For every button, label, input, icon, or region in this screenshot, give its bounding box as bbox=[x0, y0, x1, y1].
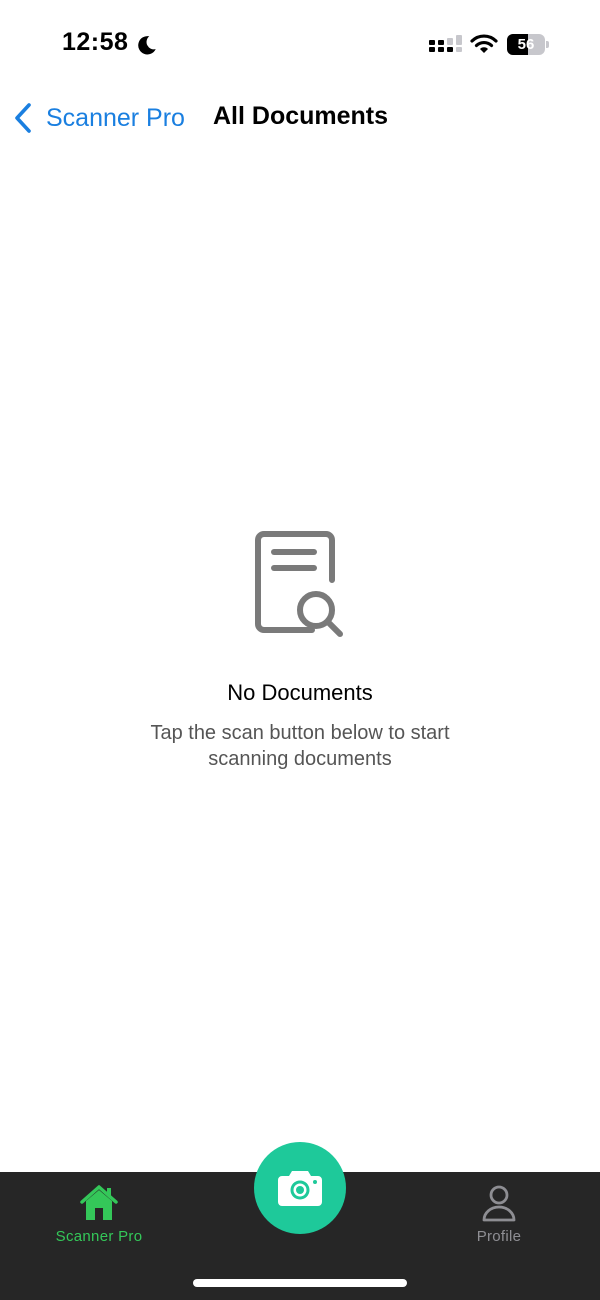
tab-scanner-pro[interactable]: Scanner Pro bbox=[34, 1182, 164, 1245]
scan-button[interactable] bbox=[254, 1142, 346, 1234]
home-icon bbox=[80, 1185, 118, 1220]
moon-icon bbox=[138, 36, 156, 55]
battery-body: 56 bbox=[507, 34, 545, 55]
person-icon bbox=[482, 1185, 516, 1222]
tab-scanner-pro-label: Scanner Pro bbox=[55, 1228, 143, 1245]
back-button[interactable]: Scanner Pro bbox=[12, 98, 185, 138]
tab-profile-label: Profile bbox=[476, 1228, 522, 1245]
navigation-bar: Scanner Pro All Documents bbox=[0, 90, 600, 146]
tab-profile[interactable]: Profile bbox=[434, 1182, 564, 1245]
chevron-left-icon bbox=[15, 103, 31, 133]
status-bar: 12:58 56 bbox=[0, 0, 600, 90]
empty-state-subtitle: Tap the scan button below to start scann… bbox=[150, 722, 450, 770]
battery-icon: 56 bbox=[507, 34, 549, 56]
wifi-icon bbox=[470, 34, 498, 53]
signal-icon bbox=[429, 35, 462, 52]
home-indicator bbox=[193, 1279, 407, 1287]
empty-state-title: No Documents bbox=[227, 680, 373, 705]
status-time: 12:58 bbox=[62, 28, 129, 56]
back-button-label: Scanner Pro bbox=[46, 103, 185, 132]
empty-state: No Documents Tap the scan button below t… bbox=[0, 530, 600, 772]
battery-level: 56 bbox=[517, 36, 535, 53]
camera-icon bbox=[278, 1171, 322, 1206]
page-title: All Documents bbox=[213, 102, 389, 130]
document-search-icon bbox=[255, 531, 343, 637]
battery-cap bbox=[546, 41, 549, 48]
